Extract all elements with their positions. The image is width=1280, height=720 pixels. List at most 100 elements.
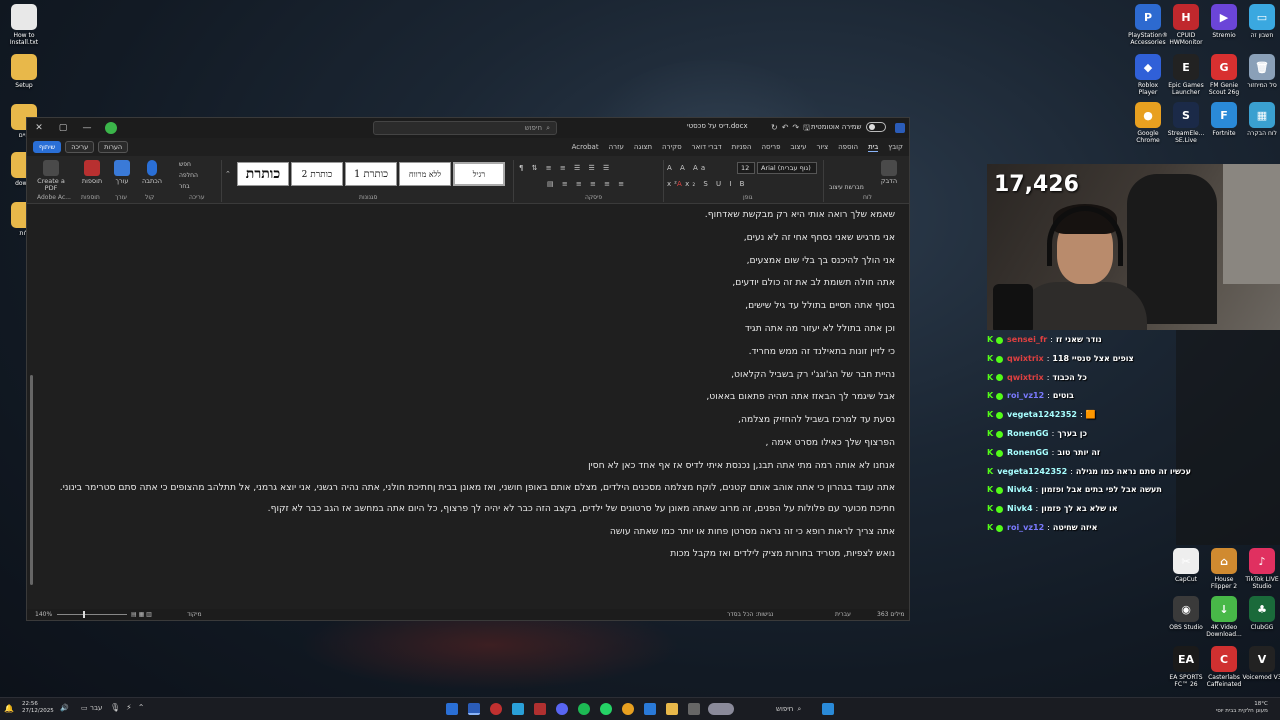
style-heading-1[interactable]: כותרת 1	[345, 162, 397, 186]
editing-items[interactable]: חפש החלפה בחר	[179, 159, 198, 192]
style-normal[interactable]: רגיל	[453, 162, 505, 186]
desktop-icon[interactable]: Setup	[4, 54, 44, 89]
format-painter-button[interactable]: מברשת עיצוב	[829, 184, 864, 191]
whatsapp-icon[interactable]	[600, 703, 612, 715]
document-paragraph[interactable]: בסוף אתה תסיים בתולל עד גיל שישים,	[59, 299, 895, 312]
chat-username[interactable]: vegeta1242352	[997, 463, 1067, 482]
desktop-icon[interactable]: ◉ OBS Studio	[1166, 596, 1206, 631]
document-paragraph[interactable]: שאמא שלך רואה אותי היא רק מבקשת שאדחוף.	[59, 208, 895, 221]
editor-button[interactable]: עורך	[109, 160, 135, 185]
accessibility-status[interactable]: נגישות: הכל בסדר	[727, 611, 773, 618]
styles-more-icon[interactable]: ⌃	[225, 170, 234, 178]
document-paragraph[interactable]: אנחנו לא אותה רמה מתי אתה תבנ,ן נכנסת אי…	[59, 459, 895, 472]
addins-button[interactable]: תוספות	[77, 160, 107, 185]
font-name-select[interactable]: Arial (גוף עברית)	[757, 162, 817, 174]
font-color-button[interactable]: A	[677, 180, 688, 188]
copilot-icon[interactable]	[105, 122, 117, 134]
red-app-icon[interactable]	[534, 703, 546, 715]
dictate-button[interactable]: הכתבה	[137, 160, 167, 185]
paragraph-list-buttons[interactable]: ¶ ⇅ ≡ ≡ ☰ ☰ ☰	[519, 164, 612, 172]
desktop-icon[interactable]: F Fortnite	[1204, 102, 1244, 137]
start-button-icon[interactable]	[822, 703, 834, 715]
maximize-window-button[interactable]: ▢	[51, 118, 75, 138]
document-canvas[interactable]: שאמא שלך רואה אותי היא רק מבקשת שאדחוף. א…	[27, 205, 909, 611]
ribbon-tab[interactable]: עזרה	[609, 143, 624, 151]
chat-username[interactable]: sensei_fr	[1007, 331, 1047, 350]
font-grow-shrink-buttons[interactable]: A A Aa	[667, 164, 708, 172]
font-size-select[interactable]: 12	[737, 162, 755, 174]
document-paragraph[interactable]: אתה צריך לראות רופא כי זה נראה מסרטן פחו…	[59, 525, 895, 538]
weather-widget[interactable]: 18°C מעונן חלקית בבית יוסי	[1216, 701, 1268, 715]
discord-icon[interactable]	[556, 703, 568, 715]
desktop-icon[interactable]: C Casterlabs Caffeinated	[1204, 646, 1244, 688]
chat-username[interactable]: RonenGG	[1007, 425, 1049, 444]
language-status[interactable]: עברית	[835, 611, 851, 618]
chat-username[interactable]: Nivk4	[1007, 481, 1033, 500]
paste-button[interactable]: הדבק	[875, 160, 903, 185]
ribbon-tab[interactable]: הפניות	[732, 143, 752, 151]
desktop-icon[interactable]: EA EA SPORTS FC™ 26	[1166, 646, 1206, 688]
desktop-icon[interactable]: E Epic Games Launcher	[1166, 54, 1206, 96]
widgets-icon[interactable]	[708, 703, 734, 715]
desktop-icon[interactable]: ● Google Chrome	[1128, 102, 1168, 144]
zoom-level[interactable]: 140%	[35, 611, 52, 618]
document-paragraph[interactable]: חתיכת מכוער עם פלולות על הפנים, זה מרוב …	[59, 503, 895, 516]
document-title[interactable]: דיס על סכסטי.docx	[687, 122, 748, 130]
desktop-icon[interactable]: V Voicemod V3	[1242, 646, 1280, 681]
chat-username[interactable]: RonenGG	[1007, 444, 1049, 463]
file-explorer-icon[interactable]	[666, 703, 678, 715]
search-input[interactable]: חיפוש ⌕	[373, 121, 557, 135]
chrome-icon[interactable]	[622, 703, 634, 715]
find-button[interactable]: חפש	[179, 159, 198, 170]
system-tray[interactable]: 🔊 ▭	[60, 704, 93, 712]
chat-username[interactable]: roi_vz12	[1007, 387, 1044, 406]
desktop-icon[interactable]: ✂ CapCut	[1166, 548, 1206, 583]
document-paragraph[interactable]: נהיית חבר של הג'וגג'י רק בשביל הקלאוט,	[59, 368, 895, 381]
desktop-icon[interactable]: ▦ לוח הבקרה	[1242, 102, 1280, 137]
notification-bell-icon[interactable]: 🔔	[4, 704, 14, 713]
telegram-icon[interactable]	[512, 703, 524, 715]
document-paragraph[interactable]: נואש לצפיות, מטריד בחורות מציק לילדים וא…	[59, 547, 895, 560]
desktop-icon[interactable]: 🗑 סל המיחזור	[1242, 54, 1280, 89]
quick-access-toolbar[interactable]: ↻↶↷🖫	[771, 122, 814, 136]
ribbon-tab[interactable]: פריסה	[761, 143, 780, 151]
minimize-window-button[interactable]: —	[75, 118, 99, 138]
input-language[interactable]: עבר	[90, 704, 102, 712]
document-paragraph[interactable]: הפרצוף שלך כאילו מסרט אימה ,	[59, 436, 895, 449]
document-paragraph[interactable]: וכן אתה בתולל לא יעזור מה אתה תגיד	[59, 322, 895, 335]
close-window-button[interactable]: ✕	[27, 118, 51, 138]
desktop-icon[interactable]: ♣ ClubGG	[1242, 596, 1280, 631]
chat-username[interactable]: vegeta1242352	[1007, 406, 1077, 425]
store-icon[interactable]	[644, 703, 656, 715]
taskbar-search[interactable]: חיפוש ⌕	[776, 702, 816, 716]
desktop-icon[interactable]: ▭ חשבון זה	[1242, 4, 1280, 39]
tray-icons[interactable]: 🎙⚡︎⌃	[110, 703, 150, 712]
desktop-icon[interactable]: ♪ TikTok LIVE Studio	[1242, 548, 1280, 590]
word-count[interactable]: 363 מילים	[877, 611, 905, 618]
focus-button[interactable]: מיקוד	[187, 611, 202, 618]
document-paragraph[interactable]: אני מרגיש שאני נסחף אחי זה לא נעים,	[59, 231, 895, 244]
document-paragraph[interactable]: אתה חולה תשומת לב את זה כולם יודעים,	[59, 276, 895, 289]
chat-username[interactable]: Nivk4	[1007, 500, 1033, 519]
chat-username[interactable]: roi_vz12	[1007, 519, 1044, 538]
vertical-scrollbar[interactable]	[30, 375, 33, 585]
chat-username[interactable]: qwixtrix	[1007, 369, 1044, 388]
ribbon-tab[interactable]: ציור	[817, 143, 829, 151]
ribbon-tab[interactable]: בית	[868, 143, 879, 152]
zoom-slider[interactable]	[57, 614, 127, 615]
word-taskbar-icon[interactable]	[446, 703, 458, 715]
alignment-buttons[interactable]: ▤ ≡ ≡ ≡ ≡ ≡	[547, 180, 627, 188]
desktop-icon[interactable]: P PlayStation® Accessories	[1128, 4, 1168, 46]
desktop-icon[interactable]: H CPUID HWMonitor	[1166, 4, 1206, 46]
document-paragraph[interactable]: כי לזיין זונות בתאילנד זה ממש מחריד.	[59, 345, 895, 358]
document-paragraph[interactable]: אני הולך להיכנס בך בלי שום אמצעים,	[59, 254, 895, 267]
ribbon-tab[interactable]: Acrobat	[572, 143, 599, 151]
spotify-icon[interactable]	[578, 703, 590, 715]
ribbon-tab[interactable]: עיצוב	[790, 143, 806, 151]
document-body[interactable]: שאמא שלך רואה אותי היא רק מבקשת שאדחוף. א…	[59, 208, 895, 570]
ribbon-tab[interactable]: דברי דואר	[692, 143, 722, 151]
print-layout-icon[interactable]: ▤ ▦ ▥	[131, 611, 152, 618]
ribbon-tab[interactable]: הוספה	[838, 143, 858, 151]
desktop-icon[interactable]: ▶ Stremio	[1204, 4, 1244, 39]
desktop-icon[interactable]: ◆ Roblox Player	[1128, 54, 1168, 96]
